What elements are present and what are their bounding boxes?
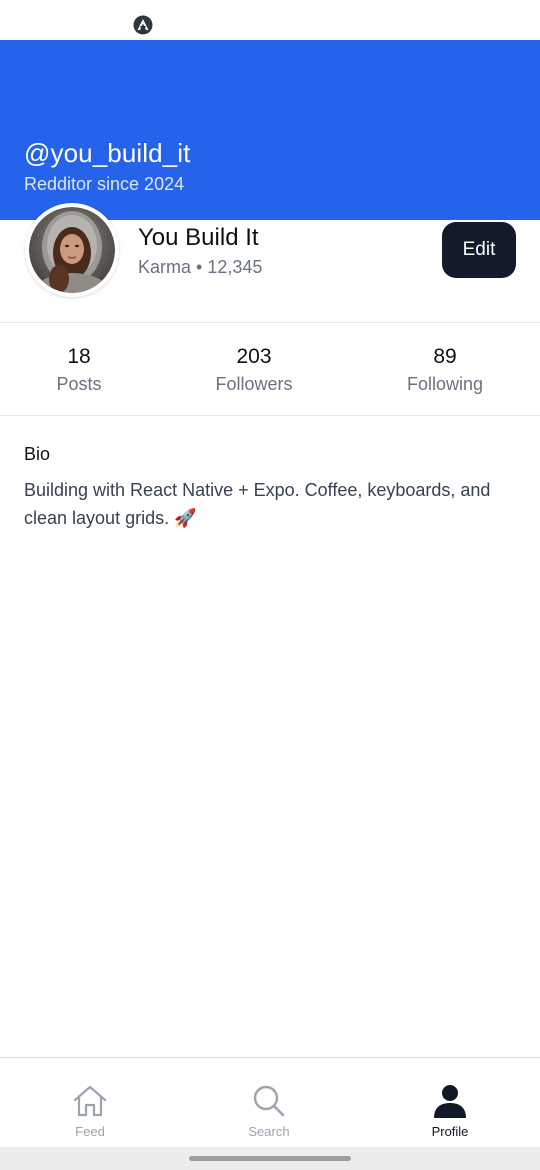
tab-profile[interactable]: Profile (380, 1058, 520, 1148)
member-since-text: Redditor since 2024 (24, 174, 185, 194)
user-photo (29, 207, 115, 293)
tab-search[interactable]: Search (199, 1058, 339, 1148)
stat-followers-value: 203 (236, 345, 272, 368)
profile-header-banner: @you_build_it Redditor since 2024 (0, 40, 540, 220)
stat-posts[interactable]: 18 Posts (24, 344, 134, 398)
tab-profile-label: Profile (431, 1124, 469, 1139)
home-indicator[interactable] (189, 1156, 351, 1161)
bio-heading: Bio (24, 444, 51, 464)
search-icon (253, 1085, 285, 1117)
stat-posts-value: 18 (67, 345, 91, 368)
stat-following-value: 89 (433, 345, 457, 368)
status-bar (0, 0, 540, 40)
stat-following[interactable]: 89 Following (385, 344, 505, 398)
karma-text: Karma • 12,345 (138, 257, 263, 277)
stat-followers[interactable]: 203 Followers (194, 344, 314, 398)
display-name: You Build It (138, 224, 259, 251)
edit-profile-button[interactable]: Edit (442, 222, 516, 278)
avatar[interactable] (25, 203, 119, 297)
stat-followers-label: Followers (215, 374, 293, 394)
bio-text: Building with React Native + Expo. Coffe… (24, 480, 491, 528)
divider (0, 415, 540, 416)
person-icon (434, 1085, 466, 1118)
stat-posts-label: Posts (56, 374, 102, 394)
bottom-tab-bar: Feed Search Profile (0, 1057, 540, 1147)
system-navigation-bar (0, 1147, 540, 1170)
tab-feed-label: Feed (75, 1124, 105, 1139)
tab-feed[interactable]: Feed (20, 1058, 160, 1148)
home-icon (73, 1085, 107, 1117)
stat-following-label: Following (406, 374, 484, 394)
username-handle: @you_build_it (24, 138, 191, 168)
tab-search-label: Search (248, 1124, 290, 1139)
divider (0, 322, 540, 323)
expo-a-logo-icon (133, 15, 153, 35)
